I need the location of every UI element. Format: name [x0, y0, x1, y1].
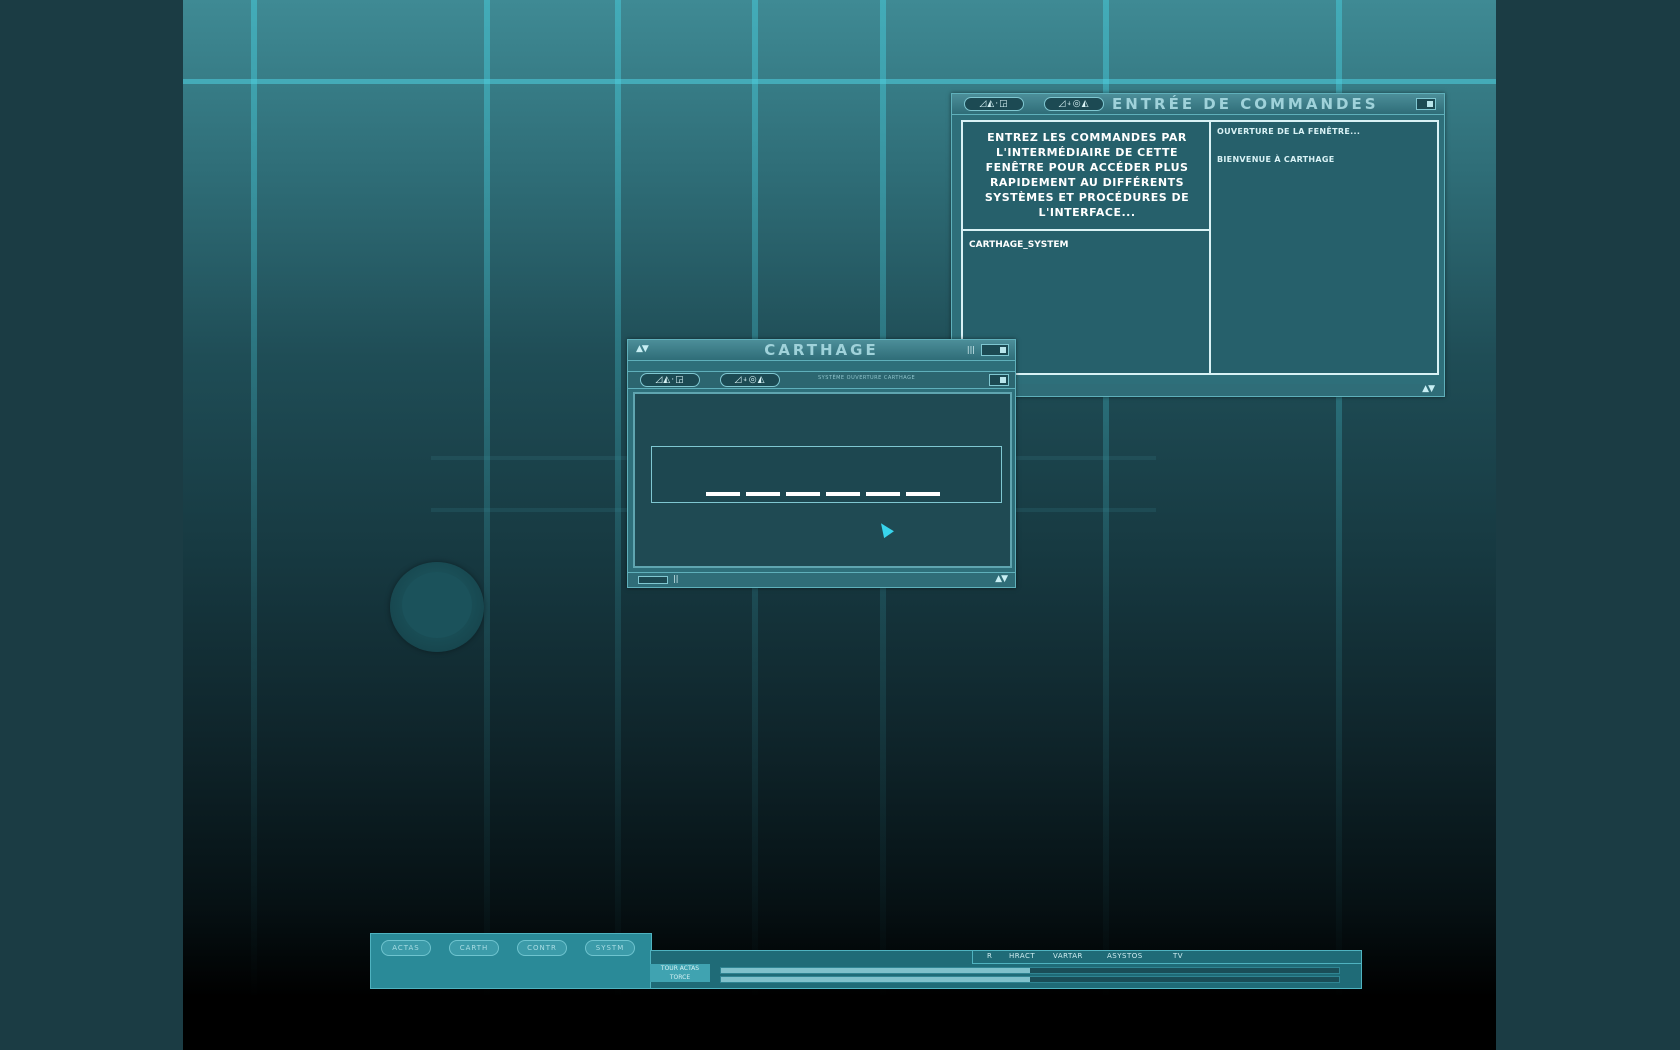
- grid-line: [484, 0, 490, 1000]
- carthage-subtitle: SYSTÈME OUVERTURE CARTHAGE: [818, 375, 916, 381]
- command-input[interactable]: [969, 238, 1199, 252]
- grid-line: [615, 0, 621, 1000]
- bars-icon[interactable]: |||: [967, 345, 975, 354]
- output-line: BIENVENUE À CARTHAGE: [1217, 155, 1335, 164]
- password-char: [786, 492, 820, 496]
- status-progress-track: [720, 967, 1340, 974]
- status-progress-fill: [721, 977, 1030, 982]
- carthage-window-subbar: ◿◭·◲ ◿⍖◎◭ SYSTÈME OUVERTURE CARTHAGE: [628, 371, 1015, 389]
- status-progress-track: [720, 976, 1340, 983]
- system-menu-item[interactable]: HRACT: [1009, 952, 1035, 960]
- resize-arrows-icon[interactable]: ▲▼: [1422, 384, 1435, 394]
- password-char: [746, 492, 780, 496]
- password-char: [826, 492, 860, 496]
- command-window-close-button[interactable]: [1416, 98, 1436, 110]
- command-window[interactable]: ◿◭·◲ ◿⍖◎◭ ENTRÉE DE COMMANDES ENTREZ LES…: [951, 93, 1445, 397]
- taskbar-button-systm[interactable]: SYSTM: [585, 940, 635, 956]
- carthage-window[interactable]: ▲▼ CARTHAGE ||| ◿◭·◲ ◿⍖◎◭ SYSTÈME OUVERT…: [627, 339, 1016, 588]
- resize-grip-icon[interactable]: [638, 576, 668, 584]
- divider: [1209, 122, 1211, 373]
- password-char: [866, 492, 900, 496]
- command-window-title: ENTRÉE DE COMMANDES: [1112, 95, 1379, 113]
- system-menu-bar: R HRACT VARTAR ASYSTOS TV: [972, 950, 1362, 964]
- command-help-text: ENTREZ LES COMMANDES PAR L'INTERMÉDIAIRE…: [984, 131, 1190, 219]
- carthage-window-footer: || ▲▼: [628, 572, 1015, 587]
- password-box[interactable]: [651, 446, 1002, 503]
- carthage-window-title: CARTHAGE: [764, 341, 879, 359]
- carthage-mode-pill-2[interactable]: ◿⍖◎◭: [720, 373, 780, 387]
- taskbar-button-actas[interactable]: ACTAS: [381, 940, 431, 956]
- command-window-titlebar[interactable]: ◿◭·◲ ◿⍖◎◭ ENTRÉE DE COMMANDES: [952, 94, 1444, 115]
- carthage-window-close-button[interactable]: [989, 374, 1009, 386]
- bars-icon[interactable]: ||: [673, 574, 678, 583]
- taskbar-button-carth[interactable]: CARTH: [449, 940, 499, 956]
- system-menu-item[interactable]: ASYSTOS: [1107, 952, 1143, 960]
- grid-line: [183, 79, 1496, 84]
- resize-arrows-icon[interactable]: ▲▼: [995, 574, 1008, 584]
- system-menu-item[interactable]: VARTAR: [1053, 952, 1083, 960]
- taskbar-button-contr[interactable]: CONTR: [517, 940, 567, 956]
- command-window-mode-pill[interactable]: ◿◭·◲: [964, 97, 1024, 111]
- status-progress-fill: [721, 968, 1030, 973]
- command-window-footer: ▲▼: [952, 384, 1444, 396]
- grid-line: [251, 0, 257, 1000]
- carthage-login-panel: [633, 392, 1012, 568]
- taskbar-label-line: TOUR ACTAS: [660, 965, 700, 972]
- carthage-window-minimize-button[interactable]: [981, 344, 1009, 356]
- output-line: OUVERTURE DE LA FENÊTRE...: [1217, 127, 1361, 136]
- command-window-panel: ENTREZ LES COMMANDES PAR L'INTERMÉDIAIRE…: [961, 120, 1439, 375]
- divider: [963, 229, 1209, 231]
- taskbar-label: TOUR ACTAS TORCE: [650, 964, 710, 982]
- carthage-mode-pill[interactable]: ◿◭·◲: [640, 373, 700, 387]
- taskbar-launcher: ACTAS CARTH CONTR SYSTM: [370, 933, 652, 989]
- orb-widget[interactable]: [390, 562, 484, 652]
- password-char: [906, 492, 940, 496]
- carthage-window-titlebar[interactable]: ▲▼ CARTHAGE |||: [628, 340, 1015, 361]
- command-window-mode-pill-2[interactable]: ◿⍖◎◭: [1044, 97, 1104, 111]
- taskbar-label-line: TORCE: [669, 974, 691, 981]
- password-char: [706, 492, 740, 496]
- orb-core: [402, 572, 472, 638]
- system-menu-item[interactable]: R: [987, 952, 992, 960]
- system-menu-item[interactable]: TV: [1173, 952, 1183, 960]
